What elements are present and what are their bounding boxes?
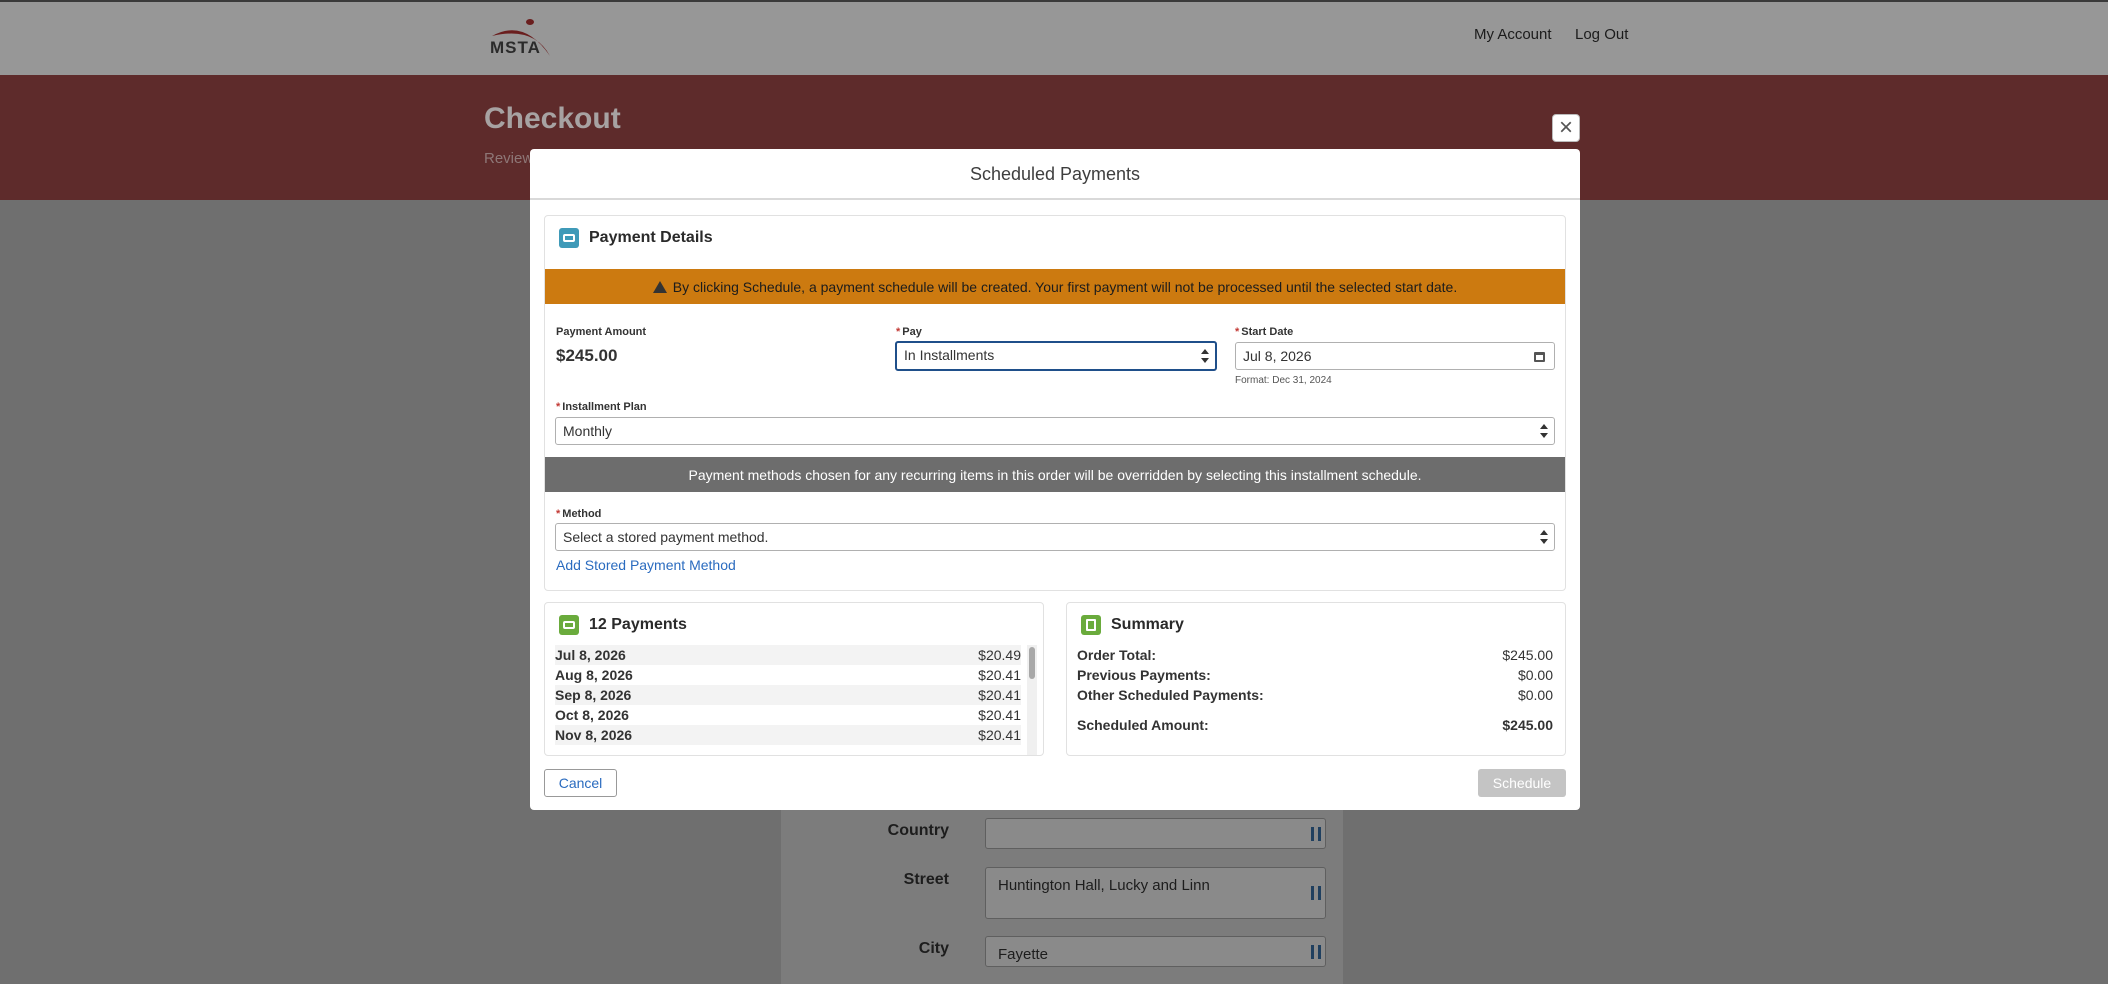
payment-amount-label: Payment Amount xyxy=(556,326,647,338)
payment-row: Sep 8, 2026 $20.41 xyxy=(555,685,1021,705)
method-placeholder: Select a stored payment method. xyxy=(563,529,769,545)
site-header: MSTA My Account Log Out xyxy=(0,0,2108,75)
payment-details-title: Payment Details xyxy=(589,229,713,246)
summary-value: $0.00 xyxy=(1517,667,1553,683)
summary-row-scheduled-amount: Scheduled Amount: $245.00 xyxy=(1077,717,1553,733)
cancel-button[interactable]: Cancel xyxy=(544,769,617,797)
installment-plan-label: * Installment Plan xyxy=(556,401,647,413)
start-date-input[interactable]: Jul 8, 2026 xyxy=(1235,342,1555,370)
log-out-link[interactable]: Log Out xyxy=(1575,26,1628,43)
select-arrows-icon xyxy=(1540,424,1548,438)
schedule-button[interactable]: Schedule xyxy=(1478,769,1566,797)
money-icon xyxy=(559,228,579,248)
summary-card: Summary Order Total: $245.00 Previous Pa… xyxy=(1066,602,1566,756)
summary-value: $0.00 xyxy=(1517,687,1553,703)
street-label: Street xyxy=(903,871,949,888)
country-label: Country xyxy=(887,822,949,839)
summary-label: Previous Payments: xyxy=(1077,667,1211,683)
payment-date: Nov 8, 2026 xyxy=(555,727,633,743)
close-icon: × xyxy=(1558,114,1573,141)
summary-value: $245.00 xyxy=(1502,647,1553,663)
installment-plan-select[interactable]: Monthly xyxy=(555,417,1555,445)
city-field[interactable]: Fayette xyxy=(985,936,1326,967)
warning-icon xyxy=(652,280,667,293)
payment-amount: $20.41 xyxy=(978,727,1021,743)
warning-banner: By clicking Schedule, a payment schedule… xyxy=(545,269,1565,304)
info-text: Payment methods chosen for any recurring… xyxy=(688,466,1422,483)
payment-amount: $20.49 xyxy=(978,647,1021,663)
payment-list-icon xyxy=(559,615,579,635)
pay-select[interactable]: In Installments xyxy=(895,341,1217,371)
payment-amount: $20.41 xyxy=(978,687,1021,703)
method-label: * Method xyxy=(556,508,602,520)
city-value: Fayette xyxy=(998,946,1049,963)
country-field[interactable] xyxy=(985,818,1326,849)
start-date-value: Jul 8, 2026 xyxy=(1243,348,1312,364)
payments-scrollbar[interactable] xyxy=(1027,645,1037,755)
add-stored-payment-method-link[interactable]: Add Stored Payment Method xyxy=(556,557,736,573)
summary-title: Summary xyxy=(1111,616,1184,633)
warning-text: By clicking Schedule, a payment schedule… xyxy=(672,278,1458,295)
summary-label: Other Scheduled Payments: xyxy=(1077,687,1264,703)
scheduled-payments-modal: Scheduled Payments Payment Details By cl… xyxy=(530,149,1580,810)
close-button[interactable]: × xyxy=(1552,114,1580,142)
summary-row-previous-payments: Previous Payments: $0.00 xyxy=(1077,667,1553,683)
payment-date: Sep 8, 2026 xyxy=(555,687,632,703)
payment-details-card: Payment Details By clicking Schedule, a … xyxy=(544,215,1566,591)
pay-select-value: In Installments xyxy=(904,347,995,363)
city-label: City xyxy=(918,940,949,957)
summary-label: Scheduled Amount: xyxy=(1077,717,1209,733)
summary-row-order-total: Order Total: $245.00 xyxy=(1077,647,1553,663)
payment-amount: $20.41 xyxy=(978,707,1021,723)
payments-card: 12 Payments Jul 8, 2026 $20.49 Aug 8, 20… xyxy=(544,602,1044,756)
page-title: Checkout xyxy=(484,102,621,135)
installment-plan-value: Monthly xyxy=(563,423,613,439)
page-subtitle: Review xyxy=(484,150,534,167)
logo-text: MSTA xyxy=(490,38,541,57)
modal-title: Scheduled Payments xyxy=(530,149,1580,200)
start-date-label: * Start Date xyxy=(1235,326,1294,338)
pay-label: * Pay xyxy=(896,326,922,338)
my-account-link[interactable]: My Account xyxy=(1474,26,1552,43)
start-date-format-hint: Format: Dec 31, 2024 xyxy=(1235,375,1332,386)
summary-header: Summary xyxy=(1081,615,1184,635)
payments-header: 12 Payments xyxy=(559,615,687,635)
payments-title: 12 Payments xyxy=(589,616,687,633)
address-lookup-icon[interactable] xyxy=(1311,945,1321,959)
street-value: Huntington Hall, Lucky and Linn xyxy=(998,877,1210,894)
address-lookup-icon[interactable] xyxy=(1311,886,1321,900)
street-field[interactable]: Huntington Hall, Lucky and Linn xyxy=(985,867,1326,919)
method-select[interactable]: Select a stored payment method. xyxy=(555,523,1555,551)
info-banner: Payment methods chosen for any recurring… xyxy=(545,457,1565,492)
payment-date: Oct 8, 2026 xyxy=(555,707,629,723)
select-arrows-icon xyxy=(1540,530,1548,544)
summary-row-other-scheduled: Other Scheduled Payments: $0.00 xyxy=(1077,687,1553,703)
address-lookup-icon[interactable] xyxy=(1311,827,1321,841)
payment-date: Jul 8, 2026 xyxy=(555,647,626,663)
summary-label: Order Total: xyxy=(1077,647,1157,663)
payment-row: Nov 8, 2026 $20.41 xyxy=(555,725,1021,745)
msta-logo[interactable]: MSTA xyxy=(484,16,556,64)
payment-amount-value: $245.00 xyxy=(556,346,618,365)
payment-row: Oct 8, 2026 $20.41 xyxy=(555,705,1021,725)
summary-value: $245.00 xyxy=(1502,717,1553,733)
select-arrows-icon xyxy=(1201,349,1209,363)
calendar-icon[interactable] xyxy=(1534,352,1545,362)
scrollbar-thumb[interactable] xyxy=(1029,647,1035,679)
payment-row: Aug 8, 2026 $20.41 xyxy=(555,665,1021,685)
payment-amount: $20.41 xyxy=(978,667,1021,683)
document-icon xyxy=(1081,615,1101,635)
payment-details-header: Payment Details xyxy=(559,228,713,248)
payment-date: Aug 8, 2026 xyxy=(555,667,633,683)
payment-row: Jul 8, 2026 $20.49 xyxy=(555,645,1021,665)
